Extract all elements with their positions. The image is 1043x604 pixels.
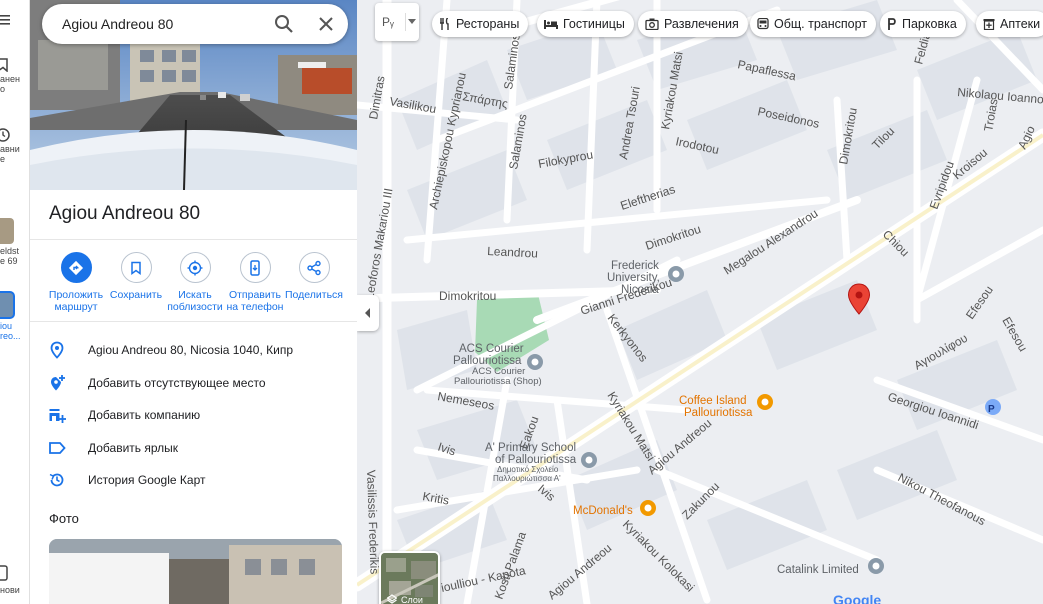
left-rail: анен о авни е eldst e 69 iou reo... нови bbox=[0, 0, 30, 604]
search-box[interactable]: Agiou Andreou 80 bbox=[42, 4, 348, 44]
restaurant-icon bbox=[440, 18, 449, 30]
location-pin-icon bbox=[48, 341, 66, 364]
add-label-row[interactable]: Добавить ярлык bbox=[30, 435, 357, 461]
save-label: Сохранить bbox=[109, 289, 163, 301]
place-label: A' Primary School bbox=[485, 442, 576, 454]
pharmacy-icon bbox=[983, 19, 995, 30]
maps-history-text: История Google Карт bbox=[88, 473, 206, 487]
divider bbox=[405, 13, 406, 31]
bookmark-icon bbox=[120, 252, 152, 283]
rail-item-recent-place-1[interactable]: eldst e 69 bbox=[0, 218, 29, 266]
divider bbox=[30, 239, 357, 240]
place-label: University, bbox=[607, 272, 660, 284]
add-business-text: Добавить компанию bbox=[88, 408, 201, 422]
directions-button[interactable]: Проложить маршрут bbox=[45, 250, 107, 313]
google-logo: Google bbox=[833, 592, 882, 604]
place-label: Δημοτικό Σχολείο bbox=[497, 465, 559, 474]
chip-label: Рестораны bbox=[456, 17, 520, 31]
camera-icon bbox=[645, 18, 659, 30]
layers-button[interactable]: Слои bbox=[379, 551, 440, 604]
chip-hotels[interactable]: Гостиницы bbox=[537, 11, 634, 37]
chip-entertainment[interactable]: Развлечения bbox=[638, 11, 748, 37]
collapse-panel-button[interactable] bbox=[357, 295, 379, 331]
photos-heading: Фото bbox=[49, 511, 79, 526]
hotel-icon bbox=[544, 20, 558, 29]
directions-icon bbox=[60, 252, 92, 283]
place-thumbnail bbox=[0, 218, 14, 244]
map-graphics: Dimitras Vasilikou Σπάρτης Archiepiskopo… bbox=[357, 0, 1043, 604]
label-icon bbox=[48, 439, 66, 462]
chip-parking[interactable]: Парковка bbox=[880, 11, 966, 37]
share-label: Поделиться bbox=[285, 289, 343, 301]
chip-pharmacies[interactable]: Аптеки bbox=[976, 11, 1043, 37]
chip-transit[interactable]: Общ. транспорт bbox=[750, 11, 877, 37]
chevron-left-icon bbox=[365, 308, 370, 318]
search-icon[interactable] bbox=[274, 14, 294, 39]
parking-icon bbox=[888, 18, 896, 30]
chip-label: Общ. транспорт bbox=[774, 17, 868, 31]
place-label: Nicosia bbox=[621, 284, 659, 296]
nearby-label: Искать поблизости bbox=[167, 289, 223, 313]
send-to-phone-label: Отправить на телефон bbox=[226, 289, 284, 313]
place-panel: Agiou Andreou 80 Agiou Andreou 80 Пролож… bbox=[30, 0, 357, 604]
nearby-icon bbox=[179, 252, 211, 283]
history-icon bbox=[48, 471, 66, 494]
add-missing-place-text: Добавить отсутствующее место bbox=[88, 376, 266, 390]
place-label: Pallouriotissa bbox=[684, 407, 753, 419]
place-label: Παλλουριώτισσα Α' bbox=[493, 474, 561, 483]
chip-label: Развлечения bbox=[664, 17, 739, 31]
add-business-row[interactable]: Добавить компанию bbox=[30, 402, 357, 428]
place-label: Catalink Limited bbox=[777, 564, 859, 576]
place-label: Coffee Island bbox=[679, 395, 747, 407]
place-photo[interactable] bbox=[49, 539, 342, 604]
menu-icon[interactable] bbox=[0, 14, 29, 26]
share-icon bbox=[298, 252, 330, 283]
layers-icon bbox=[387, 594, 397, 604]
layers-label: Слои bbox=[401, 595, 423, 604]
chevron-down-icon bbox=[408, 19, 416, 24]
phone-icon bbox=[0, 565, 8, 581]
maps-history-row[interactable]: История Google Карт bbox=[30, 467, 357, 493]
input-tools-label: Pᵧ bbox=[382, 15, 394, 29]
svg-text:P: P bbox=[988, 404, 995, 415]
language-button[interactable]: Pᵧ bbox=[375, 3, 419, 41]
map-canvas[interactable]: Dimitras Vasilikou Σπάρτης Archiepiskopo… bbox=[357, 0, 1043, 604]
search-input[interactable]: Agiou Andreou 80 bbox=[62, 16, 173, 32]
place-label: Frederick bbox=[611, 260, 659, 272]
rail-item-app[interactable]: нови bbox=[0, 565, 29, 595]
rail-item-recent[interactable]: авни е bbox=[0, 128, 29, 164]
chip-restaurants[interactable]: Рестораны bbox=[432, 11, 529, 37]
place-title: Agiou Andreou 80 bbox=[49, 203, 201, 224]
place-label: Pallouriotissa (Shop) bbox=[454, 376, 542, 387]
add-missing-place-row[interactable]: Добавить отсутствующее место bbox=[30, 370, 357, 396]
street-label: Dimokritou bbox=[439, 289, 496, 303]
street-label: Leandrou bbox=[487, 244, 538, 261]
address-text: Agiou Andreou 80, Nicosia 1040, Кипр bbox=[88, 343, 293, 357]
rail-item-saved[interactable]: анен о bbox=[0, 58, 29, 94]
save-button[interactable]: Сохранить bbox=[105, 250, 167, 301]
place-label: McDonald's bbox=[573, 505, 633, 517]
place-thumbnail-selected bbox=[0, 291, 15, 319]
chip-label: Гостиницы bbox=[563, 17, 625, 31]
nearby-button[interactable]: Искать поблизости bbox=[164, 250, 226, 313]
bookmark-icon bbox=[0, 58, 8, 72]
send-to-phone-icon bbox=[239, 252, 271, 283]
divider bbox=[30, 321, 357, 322]
add-place-icon bbox=[48, 374, 66, 397]
share-button[interactable]: Поделиться bbox=[283, 250, 345, 301]
directions-label: Проложить маршрут bbox=[48, 289, 104, 313]
bus-icon bbox=[757, 18, 769, 30]
close-icon[interactable] bbox=[316, 14, 336, 39]
add-business-icon bbox=[48, 406, 66, 429]
action-buttons: Проложить маршрут Сохранить Искать побли… bbox=[30, 250, 357, 316]
history-icon bbox=[0, 128, 10, 142]
rail-item-recent-place-2[interactable]: iou reo... bbox=[0, 291, 29, 341]
chip-label: Парковка bbox=[902, 17, 957, 31]
chip-label: Аптеки bbox=[1000, 17, 1041, 31]
send-to-phone-button[interactable]: Отправить на телефон bbox=[224, 250, 286, 313]
place-label: ACS Courier bbox=[459, 343, 524, 355]
add-label-text: Добавить ярлык bbox=[88, 441, 179, 455]
address-row[interactable]: Agiou Andreou 80, Nicosia 1040, Кипр bbox=[30, 337, 357, 363]
